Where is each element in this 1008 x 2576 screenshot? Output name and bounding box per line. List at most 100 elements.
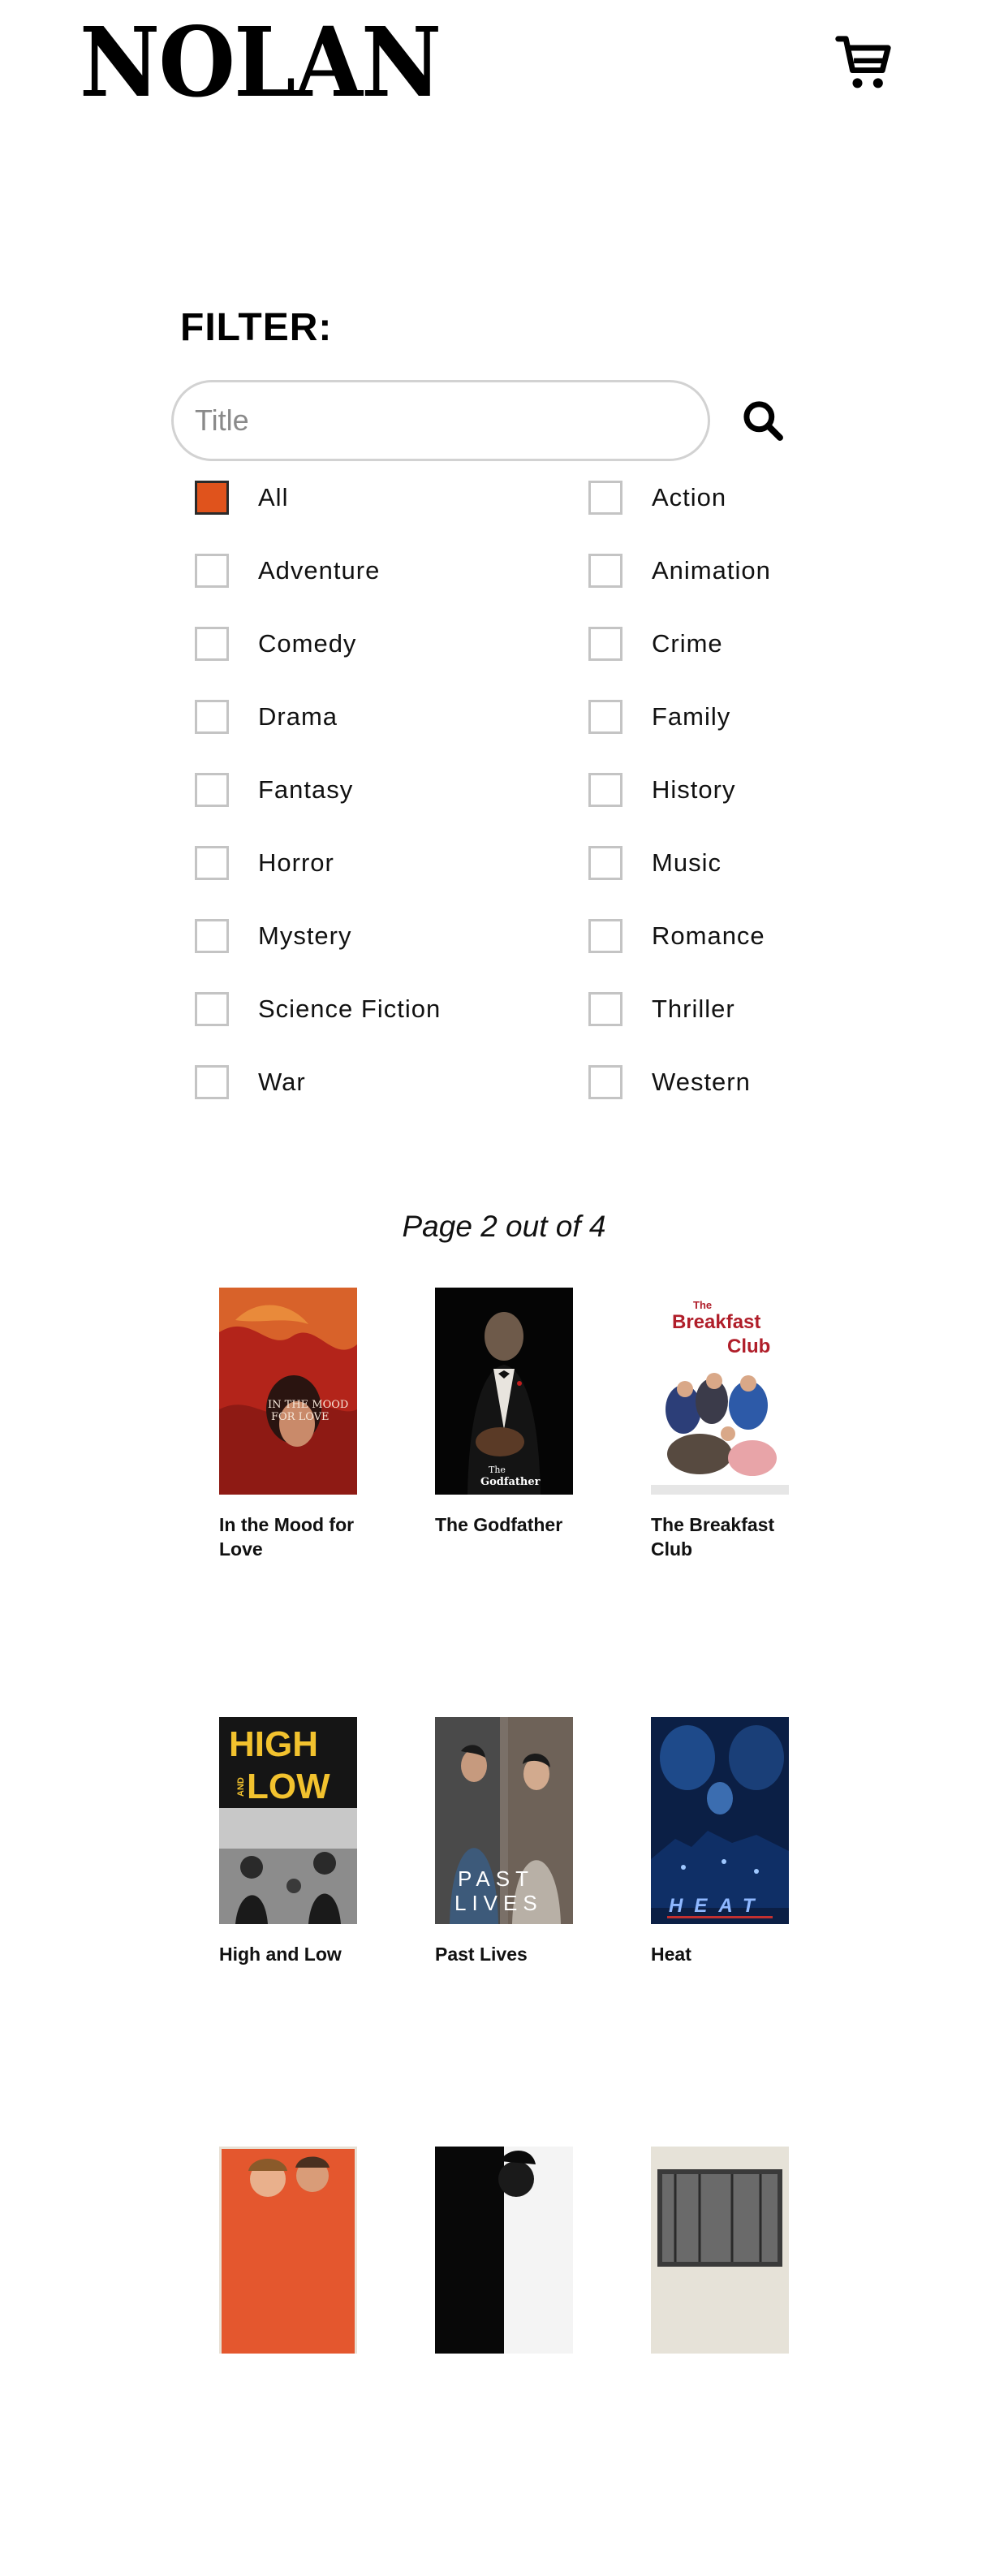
genre-option-fantasy[interactable]: Fantasy	[195, 753, 588, 826]
movie-poster[interactable]: The Breakfast Club	[651, 1288, 789, 1495]
genre-option-animation[interactable]: Animation	[588, 534, 885, 607]
genre-checkbox[interactable]	[195, 627, 229, 661]
genre-option-drama[interactable]: Drama	[195, 680, 588, 753]
genre-option-action[interactable]: Action	[588, 461, 885, 534]
genre-option-romance[interactable]: Romance	[588, 900, 885, 973]
genre-label: Romance	[652, 921, 765, 950]
genre-checkbox[interactable]	[195, 773, 229, 807]
genre-option-western[interactable]: Western	[588, 1046, 885, 1119]
genre-option-history[interactable]: History	[588, 753, 885, 826]
movie-card[interactable]	[219, 2147, 357, 2576]
movie-title[interactable]: The Breakfast Club	[651, 1512, 789, 1561]
movie-poster[interactable]	[219, 2147, 357, 2354]
movie-card[interactable]: IN THE MOOD FOR LOVE In the Mood for Lov…	[219, 1288, 357, 1717]
logo[interactable]: NOLAN	[80, 15, 442, 110]
movie-title[interactable]: Heat	[651, 1942, 789, 1966]
genre-label: Fantasy	[258, 775, 354, 804]
movie-card[interactable]	[435, 2147, 573, 2576]
genre-label: Animation	[652, 556, 771, 585]
movie-poster[interactable]: IN THE MOOD FOR LOVE	[219, 1288, 357, 1495]
genre-label: Music	[652, 848, 722, 877]
genre-checkbox[interactable]	[588, 1065, 622, 1099]
movie-poster[interactable]	[435, 2147, 573, 2354]
page-indicator: Page 2 out of 4	[402, 1210, 606, 1243]
movie-title[interactable]: The Godfather	[435, 1512, 573, 1537]
genre-option-family[interactable]: Family	[588, 680, 885, 753]
genre-label: Adventure	[258, 556, 381, 585]
movie-card[interactable]: HEAT Heat	[651, 1717, 789, 2147]
movie-card[interactable]: The Godfather The Godfather	[435, 1288, 573, 1717]
movie-card[interactable]: PAST LIVES Past Lives	[435, 1717, 573, 2147]
movie-grid: IN THE MOOD FOR LOVE In the Mood for Lov…	[219, 1288, 836, 2576]
poster-title-text: LOW	[247, 1767, 330, 1806]
genre-option-thriller[interactable]: Thriller	[588, 973, 885, 1046]
movie-poster[interactable]: PAST LIVES	[435, 1717, 573, 1924]
genre-checkbox[interactable]	[588, 992, 622, 1026]
poster-title-text: PAST	[458, 1866, 534, 1891]
genre-checkbox[interactable]	[588, 627, 622, 661]
poster-title-text: The	[489, 1465, 506, 1475]
genre-label: War	[258, 1068, 306, 1096]
movie-card[interactable]	[651, 2147, 789, 2576]
genre-label: All	[258, 483, 289, 511]
movie-poster[interactable]: The Godfather	[435, 1288, 573, 1495]
filter-heading: FILTER:	[180, 306, 333, 349]
genre-option-crime[interactable]: Crime	[588, 607, 885, 680]
genre-option-comedy[interactable]: Comedy	[195, 607, 588, 680]
genre-checkbox[interactable]	[588, 554, 622, 588]
search-icon[interactable]	[740, 398, 786, 443]
movie-title[interactable]: In the Mood for Love	[219, 1512, 357, 1561]
genre-label: Action	[652, 483, 727, 511]
cart-icon[interactable]	[834, 32, 896, 94]
header: NOLAN	[0, 0, 1008, 130]
movie-poster[interactable]	[651, 2147, 789, 2354]
genre-option-war[interactable]: War	[195, 1046, 588, 1119]
genre-checkbox[interactable]	[195, 700, 229, 734]
poster-title-text: IN THE MOOD	[268, 1399, 348, 1411]
genre-label: Horror	[258, 848, 334, 877]
genre-checkbox[interactable]	[195, 846, 229, 880]
movie-poster[interactable]: HIGH AND LOW	[219, 1717, 357, 1924]
genre-checkbox[interactable]	[195, 1065, 229, 1099]
genre-checkbox[interactable]	[195, 919, 229, 953]
movie-title[interactable]: High and Low	[219, 1942, 357, 1966]
genre-label: Mystery	[258, 921, 352, 950]
genre-option-music[interactable]: Music	[588, 826, 885, 900]
movie-card[interactable]: HIGH AND LOW High and Low	[219, 1717, 357, 2147]
genre-checkbox[interactable]	[588, 773, 622, 807]
genre-checkbox[interactable]	[588, 481, 622, 515]
poster-title-text: HIGH	[229, 1724, 318, 1764]
poster-title-text: Breakfast	[672, 1311, 760, 1333]
movie-card[interactable]: The Breakfast Club The Breakfast Club	[651, 1288, 789, 1717]
genre-option-science-fiction[interactable]: Science Fiction	[195, 973, 588, 1046]
genre-checkbox[interactable]	[588, 919, 622, 953]
genre-option-adventure[interactable]: Adventure	[195, 534, 588, 607]
genre-checkbox[interactable]	[588, 700, 622, 734]
genre-option-mystery[interactable]: Mystery	[195, 900, 588, 973]
genre-label: Thriller	[652, 995, 735, 1023]
genre-option-horror[interactable]: Horror	[195, 826, 588, 900]
genre-option-all[interactable]: All	[195, 461, 588, 534]
genre-checkbox[interactable]	[195, 481, 229, 515]
genre-checkbox[interactable]	[195, 992, 229, 1026]
genre-checkbox[interactable]	[588, 846, 622, 880]
movie-title[interactable]: Past Lives	[435, 1942, 573, 1966]
genre-label: Western	[652, 1068, 751, 1096]
poster-title-text: Club	[727, 1335, 770, 1357]
genre-label: Family	[652, 702, 731, 731]
poster-title-text: AND	[236, 1777, 246, 1797]
title-search-input[interactable]	[171, 380, 710, 461]
genre-label: Crime	[652, 629, 723, 658]
poster-title-text: HEAT	[669, 1895, 766, 1917]
genre-checkbox-list: All Action Adventure Animation Comedy Cr…	[195, 461, 885, 1119]
poster-title-text: Godfather	[480, 1476, 541, 1488]
poster-title-text: The	[693, 1299, 712, 1311]
movie-poster[interactable]: HEAT	[651, 1717, 789, 1924]
genre-checkbox[interactable]	[195, 554, 229, 588]
genre-label: Comedy	[258, 629, 357, 658]
poster-title-text: LIVES	[454, 1891, 543, 1915]
genre-label: Science Fiction	[258, 995, 442, 1023]
genre-label: Drama	[258, 702, 338, 731]
poster-title-text: FOR LOVE	[271, 1411, 330, 1423]
genre-label: History	[652, 775, 736, 804]
